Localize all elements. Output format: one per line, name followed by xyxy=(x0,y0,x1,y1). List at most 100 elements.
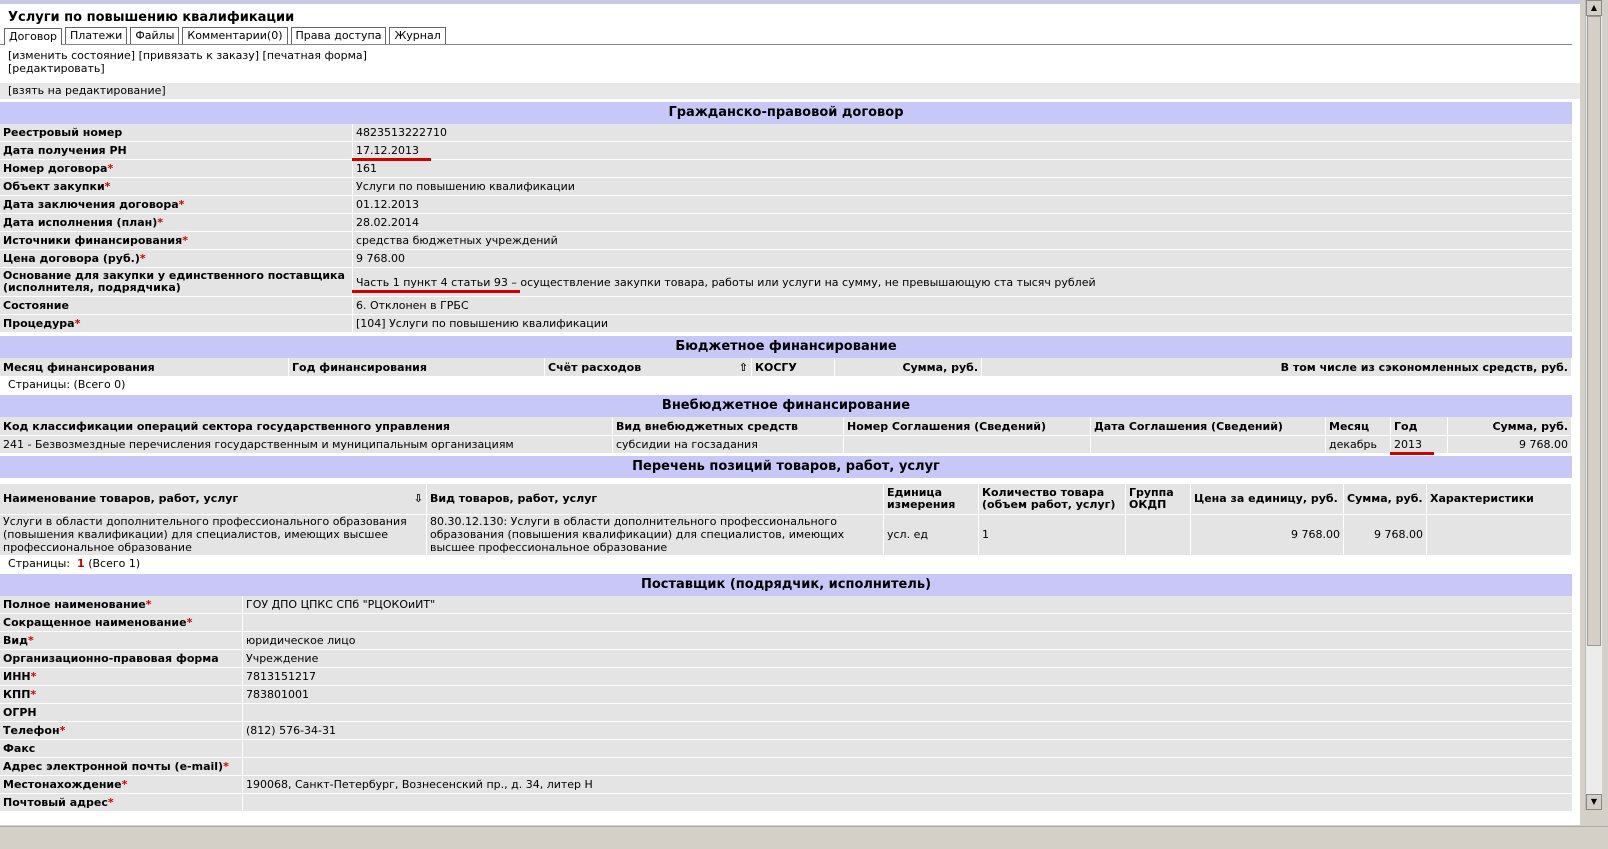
supplier-row: Факс xyxy=(0,739,1572,758)
sort-down-icon[interactable]: ⇩ xyxy=(414,492,423,505)
field-label: ИНН xyxy=(3,669,31,683)
supplier-row: ИНН* 7813151217 xyxy=(0,667,1572,686)
column-header[interactable]: Вид внебюджетных средств xyxy=(612,417,844,436)
take-edit-link[interactable]: [взять на редактирование] xyxy=(8,84,166,97)
field-label: ОГРН xyxy=(3,705,37,719)
offbudget-table: Код классификации операций сектора госуд… xyxy=(0,417,1572,453)
supplier-row: Сокращенное наименование* xyxy=(0,613,1572,632)
tab-access-rights[interactable]: Права доступа xyxy=(290,27,387,44)
column-header[interactable]: Код классификации операций сектора госуд… xyxy=(0,417,613,436)
supplier-row: Адрес электронной почты (e-mail)* xyxy=(0,757,1572,776)
table-row: 241 - Безвозмездные перечисления государ… xyxy=(0,435,1572,453)
column-header[interactable]: Год финансирования xyxy=(288,358,545,376)
required-marker: * xyxy=(121,777,128,791)
column-header[interactable]: Характеристики xyxy=(1426,484,1572,514)
supplier-row: Полное наименование* ГОУ ДПО ЦПКС СПб "РЦ… xyxy=(0,595,1572,614)
column-header[interactable]: Цена за единицу, руб. xyxy=(1190,484,1344,514)
table-cell: 9 768.00 xyxy=(1447,435,1572,453)
field-value: 190068, Санкт-Петербург, Вознесенский пр… xyxy=(242,775,1572,794)
field-value: 28.02.2014 xyxy=(352,213,1572,232)
contract-row: Источники финансирования* средства бюджет… xyxy=(0,231,1572,250)
column-header[interactable]: Счёт расходов ⇧ xyxy=(544,358,752,376)
field-label: Дата заключения договора xyxy=(3,198,179,211)
tab-log[interactable]: Журнал xyxy=(389,27,446,44)
required-marker: * xyxy=(27,633,34,647)
field-value xyxy=(242,613,1572,632)
field-value: 7813151217 xyxy=(242,667,1572,686)
budget-section-header: Бюджетное финансирование xyxy=(0,335,1572,358)
column-header[interactable]: Группа ОКДП xyxy=(1125,484,1191,514)
required-marker: * xyxy=(157,216,164,229)
scroll-down-icon[interactable]: ▼ xyxy=(1586,794,1602,810)
column-header[interactable]: Наименование товаров, работ, услуг ⇩ xyxy=(0,484,427,514)
column-header[interactable]: Сумма, руб. xyxy=(834,358,982,376)
table-cell: 241 - Безвозмездные перечисления государ… xyxy=(0,435,613,453)
table-cell: 9 768.00 xyxy=(1190,513,1344,555)
required-marker: * xyxy=(182,234,188,247)
contract-row: Дата исполнения (план)* 28.02.2014 xyxy=(0,213,1572,232)
column-header[interactable]: Количество товара (объем работ, услуг) xyxy=(978,484,1126,514)
link-order-link[interactable]: [привязать к заказу] xyxy=(139,49,259,62)
field-value: (812) 576-34-31 xyxy=(242,721,1572,740)
field-value xyxy=(242,739,1572,758)
field-value xyxy=(242,757,1572,776)
year-value: 2013 xyxy=(1394,438,1422,451)
field-label: Вид xyxy=(3,633,28,647)
column-header[interactable]: Сумма, руб. xyxy=(1447,417,1572,436)
column-header[interactable]: Месяц финансирования xyxy=(0,358,289,376)
table-cell: усл. ед xyxy=(883,513,979,555)
required-marker: * xyxy=(145,597,152,611)
table-cell xyxy=(843,435,1091,453)
field-value xyxy=(242,793,1572,812)
tab-comments[interactable]: Комментарии(0) xyxy=(182,27,288,44)
tab-payments[interactable]: Платежи xyxy=(65,27,128,44)
table-cell: декабрь xyxy=(1325,435,1391,453)
supplier-row: Почтовый адрес* xyxy=(0,793,1572,812)
sort-up-icon[interactable]: ⇧ xyxy=(739,361,748,374)
column-header[interactable]: В том числе из сэкономленных средств, ру… xyxy=(981,358,1572,376)
column-header[interactable]: Дата Соглашения (Сведений) xyxy=(1090,417,1326,436)
field-value: 9 768.00 xyxy=(352,249,1572,268)
column-header[interactable]: Единица измерения xyxy=(883,484,979,514)
pages-label: Страницы: xyxy=(8,556,71,570)
contract-section-header: Гражданско-правовой договор xyxy=(0,101,1572,124)
column-header[interactable]: Сумма, руб. xyxy=(1343,484,1427,514)
field-label: Реестровый номер xyxy=(3,126,123,139)
column-header[interactable]: Номер Соглашения (Сведений) xyxy=(843,417,1091,436)
field-label: Источники финансирования xyxy=(3,234,183,247)
goods-section-header: Перечень позиций товаров, работ, услуг xyxy=(0,455,1572,478)
goods-table: Наименование товаров, работ, услуг ⇩ Вид … xyxy=(0,484,1572,555)
field-label: Дата исполнения (план) xyxy=(3,216,158,229)
vertical-scrollbar[interactable]: ▲ ▼ xyxy=(1585,0,1602,810)
column-header[interactable]: Год xyxy=(1390,417,1448,436)
required-marker: * xyxy=(139,252,146,265)
required-marker: * xyxy=(223,759,229,773)
status-bar xyxy=(0,826,1608,849)
required-marker: * xyxy=(107,162,114,175)
change-state-link[interactable]: [изменить состояние] xyxy=(8,49,135,62)
print-form-link[interactable]: [печатная форма] xyxy=(263,49,367,62)
edit-link[interactable]: [редактировать] xyxy=(8,62,105,75)
column-header[interactable]: КОСГУ xyxy=(751,358,835,376)
required-marker: * xyxy=(107,795,114,809)
required-marker: * xyxy=(30,687,37,701)
current-page-link[interactable]: 1 xyxy=(77,557,85,570)
column-header[interactable]: Месяц xyxy=(1325,417,1391,436)
column-header[interactable]: Вид товаров, работ, услуг xyxy=(426,484,884,514)
field-label: Местонахождение xyxy=(3,777,122,791)
budget-table: Месяц финансирования Год финансирования … xyxy=(0,358,1572,376)
field-label: Полное наименование xyxy=(3,597,146,611)
scroll-up-icon[interactable]: ▲ xyxy=(1586,0,1602,16)
contract-row: Объект закупки* Услуги по повышению квали… xyxy=(0,177,1572,196)
scroll-thumb[interactable] xyxy=(1587,16,1601,646)
table-cell xyxy=(1125,513,1191,555)
field-label: Объект закупки xyxy=(3,180,105,193)
contract-row: Дата получения РН 17.12.2013 xyxy=(0,141,1572,160)
tab-contract[interactable]: Договор xyxy=(4,28,63,45)
contract-row: Процедура* [104] Услуги по повышению квал… xyxy=(0,314,1572,333)
table-cell: 1 xyxy=(978,513,1126,555)
field-value xyxy=(242,703,1572,722)
tab-files[interactable]: Файлы xyxy=(130,27,180,44)
basis-law-link[interactable]: Часть 1 пункт 4 статьи 93 xyxy=(356,276,508,289)
actions-panel: [изменить состояние] [привязать к заказу… xyxy=(0,45,1580,81)
